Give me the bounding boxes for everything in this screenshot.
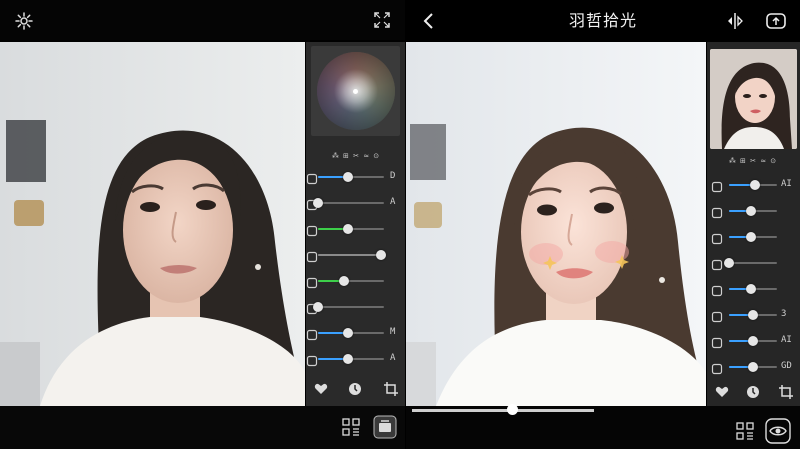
crop-icon[interactable] xyxy=(779,385,793,399)
preview-icon[interactable] xyxy=(373,415,397,439)
slider-thumb[interactable] xyxy=(375,250,386,260)
original-photo xyxy=(0,42,305,406)
adjust-row-icon xyxy=(711,334,725,349)
slider-thumb[interactable] xyxy=(745,232,756,242)
adjust-slider[interactable] xyxy=(318,250,386,260)
slider-tag: AI xyxy=(781,179,792,189)
slider-thumb[interactable] xyxy=(724,258,734,268)
fullscreen-icon[interactable] xyxy=(373,11,391,29)
adjust-row-icon xyxy=(711,308,725,323)
right-top-bar: 羽哲拾光 xyxy=(406,0,800,42)
adjust-row-icon xyxy=(711,204,725,219)
adjust-row-icon xyxy=(711,256,725,271)
slider-tag: D xyxy=(390,171,396,181)
right-adjust-panel: ⁂ ⊞ ✂ ≈ ⊙ AI 3 AI GD xyxy=(707,42,800,406)
share-icon[interactable] xyxy=(765,10,787,30)
tool-strip[interactable]: ⁂ ⊞ ✂ ≈ ⊙ xyxy=(713,157,793,165)
slider-track xyxy=(318,306,384,308)
color-wheel-picker[interactable] xyxy=(353,89,358,94)
slider-tag: M xyxy=(390,327,396,337)
compare-slider-track[interactable] xyxy=(412,409,594,412)
slider-thumb[interactable] xyxy=(748,336,758,346)
slider-track xyxy=(729,262,777,264)
adjust-row-icon xyxy=(711,282,725,297)
adjust-slider[interactable] xyxy=(318,276,384,286)
grid-select-icon[interactable] xyxy=(342,418,360,436)
adjust-slider[interactable] xyxy=(729,362,777,372)
slider-thumb[interactable] xyxy=(313,302,323,312)
slider-thumb[interactable] xyxy=(745,206,756,216)
grid-select-icon[interactable] xyxy=(736,422,754,440)
slider-thumb[interactable] xyxy=(748,362,758,372)
left-adjust-panel: ⁂ ⊞ ✂ ≈ ⊙ D A M A xyxy=(306,42,405,406)
timer-icon[interactable] xyxy=(746,385,760,399)
slider-track xyxy=(318,202,384,204)
adjust-slider[interactable] xyxy=(729,336,777,346)
app-root: ⁂ ⊞ ✂ ≈ ⊙ D A M A 羽哲拾光 ⁂ ⊞ ✂ ≈ ⊙ AI 3 AI GD xyxy=(0,0,800,449)
slider-thumb[interactable] xyxy=(342,224,353,234)
adjust-slider[interactable] xyxy=(318,172,384,182)
tool-strip[interactable]: ⁂ ⊞ ✂ ≈ ⊙ xyxy=(316,152,396,160)
split-compare-icon[interactable] xyxy=(726,12,744,30)
slider-thumb[interactable] xyxy=(342,328,353,338)
heart-icon[interactable] xyxy=(314,382,328,396)
slider-tag: AI xyxy=(781,335,792,345)
adjust-slider[interactable] xyxy=(318,328,384,338)
adjust-slider[interactable] xyxy=(729,206,777,216)
slider-thumb[interactable] xyxy=(748,310,758,320)
left-bottom-bar xyxy=(0,406,405,449)
edited-photo xyxy=(406,42,706,406)
crop-icon[interactable] xyxy=(384,382,398,396)
slider-thumb[interactable] xyxy=(342,354,353,364)
adjust-slider[interactable] xyxy=(729,180,777,190)
adjust-slider[interactable] xyxy=(729,284,777,294)
settings-gear-icon[interactable] xyxy=(14,11,34,31)
slider-thumb[interactable] xyxy=(342,172,353,182)
left-screen: ⁂ ⊞ ✂ ≈ ⊙ D A M A xyxy=(0,0,405,449)
eye-preview-icon[interactable] xyxy=(765,418,791,444)
adjust-slider[interactable] xyxy=(729,310,777,320)
adjust-slider[interactable] xyxy=(313,198,384,208)
slider-tag: A xyxy=(390,353,396,363)
adjust-row-icon xyxy=(711,360,725,375)
slider-thumb[interactable] xyxy=(339,276,350,286)
adjust-slider[interactable] xyxy=(318,224,384,234)
slider-tag: 3 xyxy=(781,309,787,319)
adjust-slider[interactable] xyxy=(313,302,384,312)
slider-tag: GD xyxy=(781,361,792,371)
slider-thumb[interactable] xyxy=(750,180,761,190)
adjust-slider[interactable] xyxy=(724,258,777,268)
color-wheel-box[interactable] xyxy=(311,46,400,136)
adjust-row-icon xyxy=(711,230,725,245)
adjust-slider[interactable] xyxy=(729,232,777,242)
slider-tag: A xyxy=(390,197,396,207)
slider-fill xyxy=(318,254,381,256)
right-screen: 羽哲拾光 ⁂ ⊞ ✂ ≈ ⊙ AI 3 AI GD xyxy=(406,0,800,449)
heart-icon[interactable] xyxy=(715,385,729,399)
slider-thumb[interactable] xyxy=(313,198,323,208)
preview-thumbnail[interactable] xyxy=(710,49,797,149)
adjust-slider[interactable] xyxy=(318,354,384,364)
slider-thumb[interactable] xyxy=(745,284,756,294)
timer-icon[interactable] xyxy=(348,382,362,396)
left-top-bar xyxy=(0,0,405,40)
adjust-row-icon xyxy=(711,178,725,193)
